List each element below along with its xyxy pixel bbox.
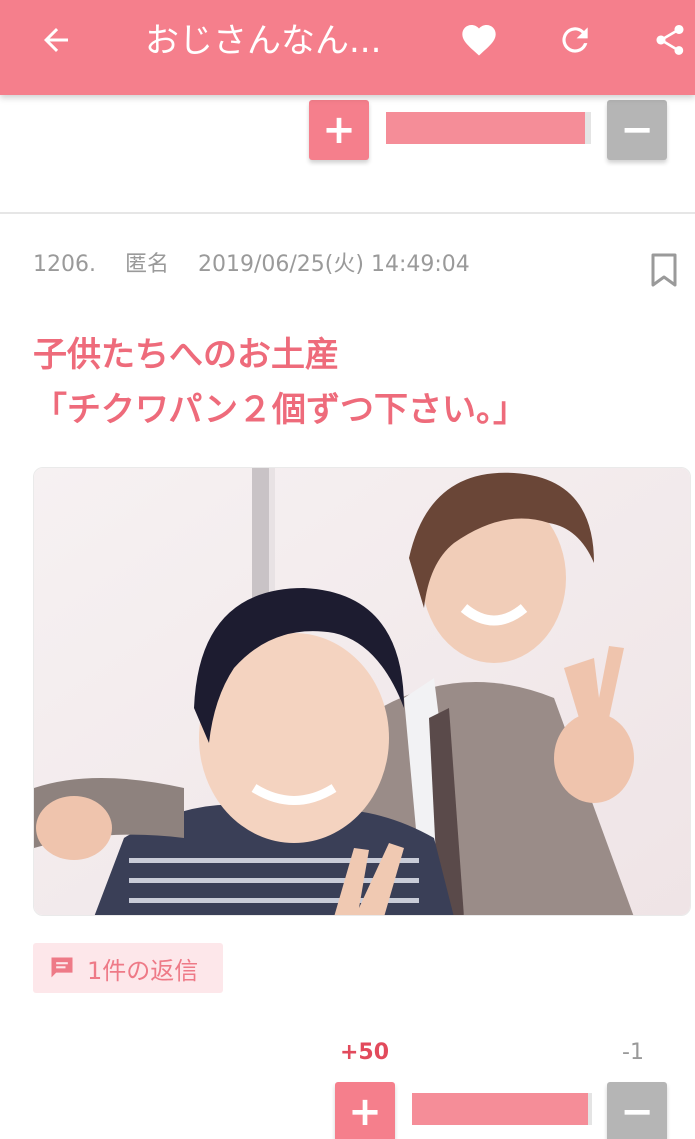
favorite-button[interactable] xyxy=(449,14,509,66)
minus-score: -1 xyxy=(622,1040,644,1065)
bookmark-button[interactable] xyxy=(648,252,680,288)
comment-datetime: 2019/06/25(火) 14:49:04 xyxy=(198,252,470,277)
comment-vote-bar: + − xyxy=(0,1080,695,1139)
plus-score: +50 xyxy=(340,1040,390,1065)
bookmark-icon xyxy=(651,253,677,287)
minus-vote-button[interactable]: − xyxy=(607,1082,667,1139)
photo-illustration xyxy=(34,468,690,915)
comment-author: 匿名 xyxy=(124,252,169,277)
minus-vote-button[interactable]: − xyxy=(607,100,667,160)
plus-vote-button[interactable]: + xyxy=(335,1082,395,1139)
comment-number: 1206. xyxy=(33,252,96,277)
share-icon xyxy=(656,25,684,55)
vote-ratio-fill xyxy=(412,1093,589,1125)
previous-vote-bar: + − xyxy=(0,100,695,162)
reply-count-button[interactable]: 1件の返信 xyxy=(33,943,223,993)
heart-icon xyxy=(462,25,496,56)
refresh-icon xyxy=(562,27,588,53)
divider xyxy=(0,212,695,214)
share-button[interactable] xyxy=(640,14,695,66)
comment-image[interactable] xyxy=(33,467,691,916)
reply-count-label: 1件の返信 xyxy=(87,956,199,985)
comment-body: 子供たちへのお土産 「チクワパン２個ずつ下さい。」 xyxy=(33,335,528,430)
plus-vote-button[interactable]: + xyxy=(309,100,369,160)
back-button[interactable] xyxy=(26,14,86,66)
vote-ratio-fill xyxy=(386,112,585,144)
app-bar: おじさんなん... xyxy=(0,0,695,95)
comment-meta: 1206. 匿名 2019/06/25(火) 14:49:04 xyxy=(33,250,492,280)
vote-ratio-track xyxy=(412,1093,592,1125)
comment-icon xyxy=(51,957,73,978)
page-title: おじさんなん... xyxy=(145,21,382,61)
arrow-left-icon xyxy=(44,28,68,52)
reload-button[interactable] xyxy=(545,14,605,66)
vote-ratio-track xyxy=(386,112,591,144)
page: おじさんなん... + − 1206. 匿名 2019/06/25(火) 14: xyxy=(0,0,695,1139)
